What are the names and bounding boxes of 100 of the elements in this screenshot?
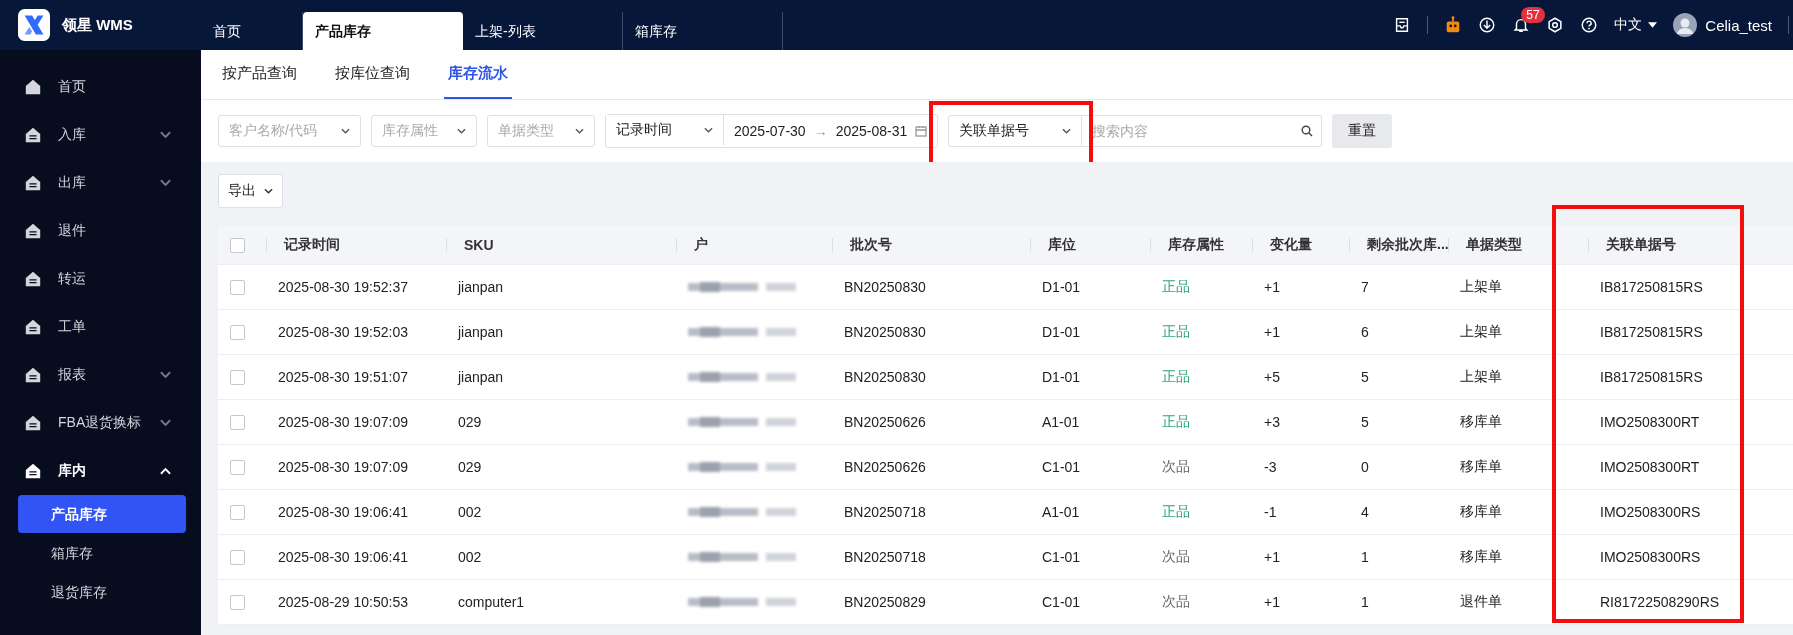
table-cell: RI81722508290RS: [1600, 594, 1720, 610]
logo-icon: [18, 9, 50, 41]
row-checkbox[interactable]: [230, 549, 245, 565]
settings-icon[interactable]: [1546, 16, 1565, 34]
avatar-icon[interactable]: [1673, 13, 1698, 37]
table-cell: 正品: [1162, 368, 1190, 386]
table-cell: +1: [1264, 279, 1280, 295]
search-box[interactable]: 搜索内容: [1082, 115, 1323, 147]
table-cell: BN20250626: [844, 459, 926, 475]
column-header: 批次号: [850, 236, 892, 254]
row-checkbox[interactable]: [230, 594, 245, 610]
table-cell: BN20250626: [844, 414, 926, 430]
table-cell: -3: [1264, 459, 1277, 475]
user-name[interactable]: Celia_test: [1705, 16, 1772, 34]
nav-item[interactable]: 入库: [0, 111, 201, 159]
table-cell: A1-01: [1042, 414, 1080, 430]
nav-item[interactable]: FBA退货换标: [0, 399, 201, 447]
language-selector[interactable]: 中文: [1614, 16, 1658, 34]
table-cell: 7: [1361, 279, 1369, 295]
table-cell: +1: [1264, 594, 1280, 610]
nav-item[interactable]: 报表: [0, 351, 201, 399]
table-cell: 次品: [1162, 458, 1190, 476]
chevron-icon: [264, 188, 273, 194]
column-header: 库存属性: [1168, 236, 1224, 254]
column-header: SKU: [464, 237, 494, 253]
page-tab[interactable]: 产品库存: [303, 12, 463, 50]
download-icon[interactable]: [1478, 16, 1497, 34]
reset-button[interactable]: 重置: [1332, 114, 1393, 148]
table-cell: 2025-08-30 19:06:41: [278, 549, 408, 565]
notification-count: 57: [1521, 7, 1545, 23]
chevron-icon: [457, 128, 466, 134]
table-cell: D1-01: [1042, 279, 1081, 295]
brand-name: 领星 WMS: [62, 15, 133, 35]
caret-icon: [1648, 22, 1658, 28]
nav-item[interactable]: 退件: [0, 207, 201, 255]
help-icon[interactable]: [1580, 16, 1599, 34]
nav-item[interactable]: 转运: [0, 255, 201, 303]
nav-subitem[interactable]: 箱库存: [18, 534, 186, 572]
search-type-select[interactable]: 关联单据号: [948, 115, 1083, 147]
table-cell: BN20250718: [844, 504, 926, 520]
table-cell: 4: [1361, 504, 1369, 520]
table-cell: 2025-08-30 19:07:09: [278, 414, 408, 430]
table-cell: D1-01: [1042, 324, 1081, 340]
table-cell: 移库单: [1460, 503, 1502, 521]
table-cell: D1-01: [1042, 369, 1081, 385]
nav-icon: [24, 414, 42, 432]
table-cell: IMO2508300RS: [1600, 549, 1701, 565]
table-cell: IB817250815RS: [1600, 324, 1703, 340]
table-cell: 2025-08-30 19:07:09: [278, 459, 408, 475]
table-cell: 2025-08-29 10:50:53: [278, 594, 408, 610]
view-tab[interactable]: 按产品查询: [218, 50, 301, 99]
table-cell: 5: [1361, 369, 1369, 385]
row-checkbox[interactable]: [230, 504, 245, 520]
table-cell: jianpan: [458, 279, 504, 295]
nav-subitem[interactable]: 退货库存: [18, 573, 186, 611]
table-cell: 2025-08-30 19:51:07: [278, 369, 408, 385]
nav-item[interactable]: 工单: [0, 303, 201, 351]
table-cell: 正品: [1162, 503, 1190, 521]
table-cell: 029: [458, 414, 482, 430]
column-header: 关联单据号: [1606, 236, 1676, 254]
table-cell: -1: [1264, 504, 1277, 520]
table-cell: BN20250830: [844, 369, 926, 385]
table-cell: IMO2508300RS: [1600, 504, 1701, 520]
row-checkbox[interactable]: [230, 459, 245, 475]
column-header: 单据类型: [1466, 236, 1522, 254]
table-cell: C1-01: [1042, 594, 1081, 610]
nav-icon: [24, 126, 42, 144]
table-cell: BN20250830: [844, 324, 926, 340]
table-cell: 2025-08-30 19:06:41: [278, 504, 408, 520]
row-checkbox[interactable]: [230, 414, 245, 430]
table-cell: 正品: [1162, 323, 1190, 341]
nav-item[interactable]: 出库: [0, 159, 201, 207]
nav-item[interactable]: 首页: [0, 63, 201, 111]
column-header: 剩余批次库...: [1367, 236, 1449, 254]
page-tab[interactable]: 上架-列表: [463, 12, 623, 50]
table-cell: IB817250815RS: [1600, 279, 1703, 295]
chevron-icon: [1062, 128, 1072, 134]
nav-subitem[interactable]: 产品库存: [18, 495, 186, 533]
row-checkbox[interactable]: [230, 324, 245, 340]
search-icon: [1301, 125, 1314, 137]
row-checkbox[interactable]: [230, 279, 245, 295]
export-button[interactable]: 导出: [218, 174, 283, 208]
view-tab[interactable]: 按库位查询: [331, 50, 414, 99]
column-header: 变化量: [1270, 236, 1312, 254]
table-cell: +3: [1264, 414, 1280, 430]
table-cell: 5: [1361, 414, 1369, 430]
row-checkbox[interactable]: [230, 369, 245, 385]
nav-item[interactable]: 库内: [0, 447, 201, 495]
table-cell: 正品: [1162, 413, 1190, 431]
table-cell: 2025-08-30 19:52:37: [278, 279, 408, 295]
table-cell: BN20250829: [844, 594, 926, 610]
table-cell: jianpan: [458, 369, 504, 385]
page-tab[interactable]: 箱库存: [623, 12, 783, 50]
table-cell: A1-01: [1042, 504, 1080, 520]
table-cell: IB817250815RS: [1600, 369, 1703, 385]
nav-icon: [24, 366, 42, 384]
table-cell: 002: [458, 549, 482, 565]
table-cell: C1-01: [1042, 549, 1081, 565]
table-cell: 移库单: [1460, 458, 1502, 476]
select-all-checkbox[interactable]: [230, 237, 245, 253]
